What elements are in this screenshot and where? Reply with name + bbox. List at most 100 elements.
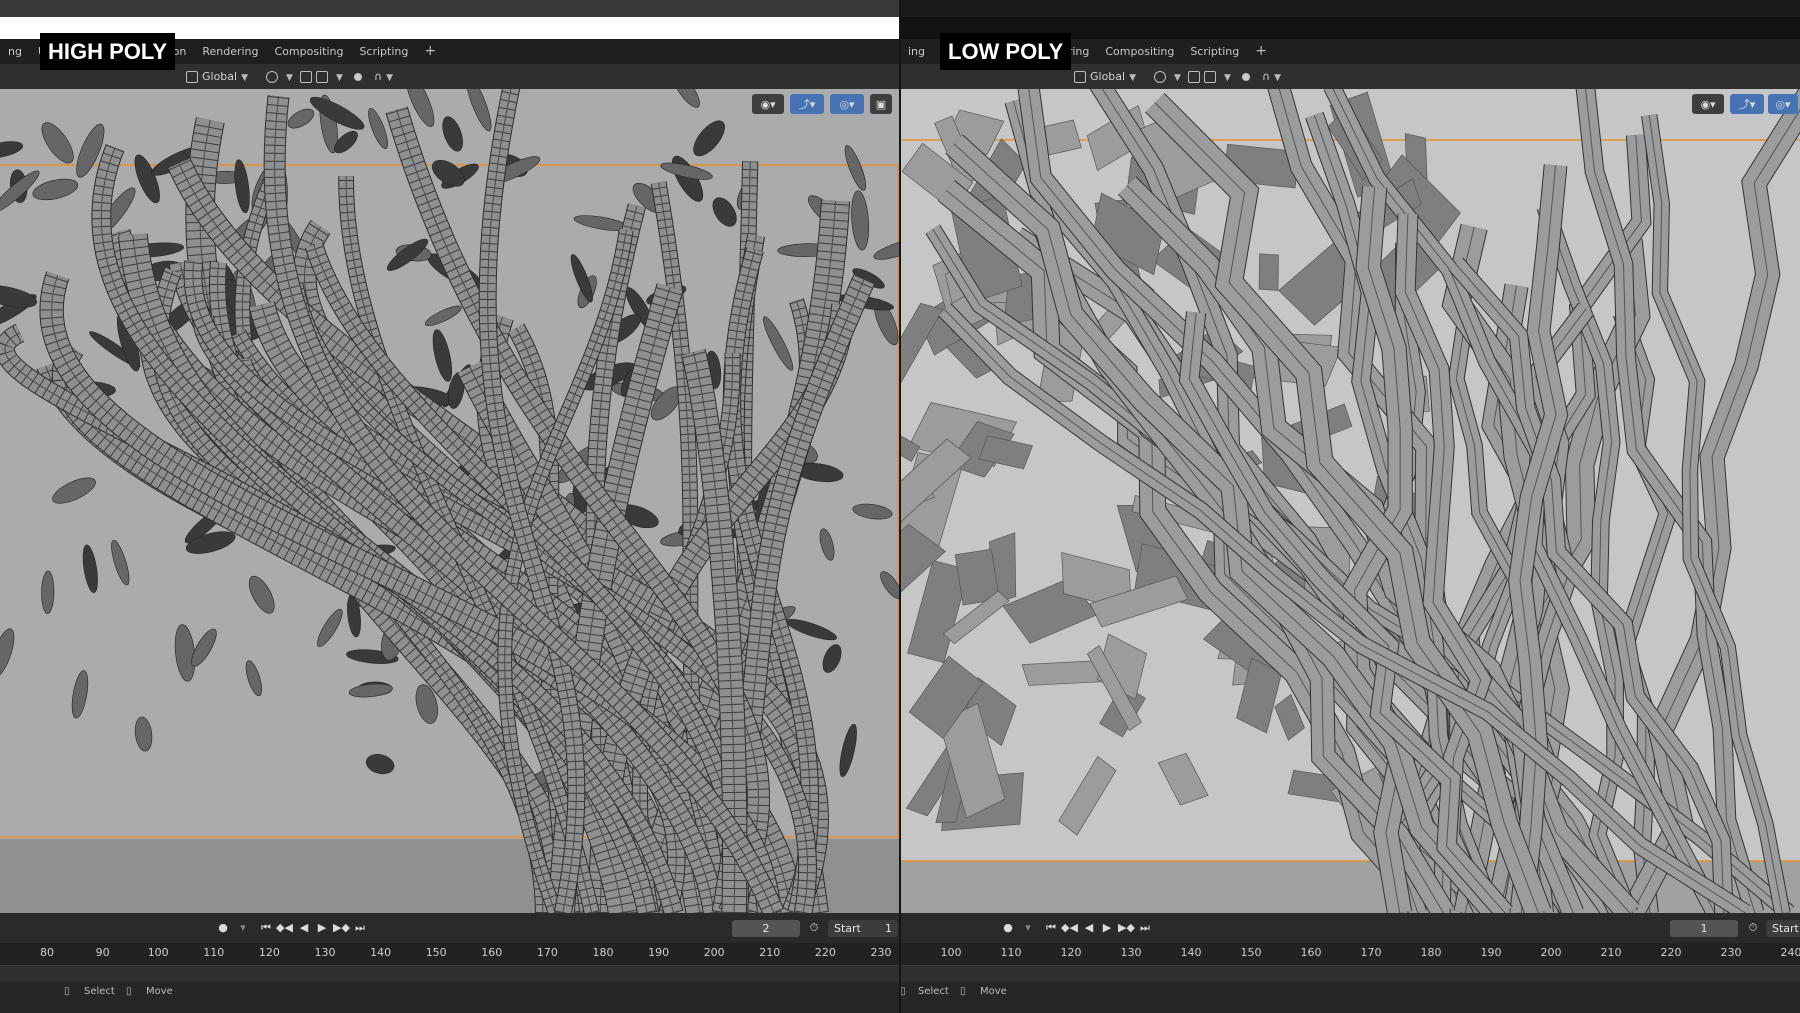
ruler-tick: 220: [1660, 946, 1682, 959]
status-select: Select: [918, 986, 949, 997]
transform-orientation-dropdown[interactable]: Global ▼: [186, 67, 248, 86]
snap-button[interactable]: ▼: [266, 67, 293, 86]
high-poly-label: HIGH POLY: [40, 33, 175, 70]
timeline-header: ● ▾ ⏮ ◆◀ ◀ ▶ ▶◆ ⏭ 1 ⏱ Start: [900, 913, 1800, 943]
snap-button[interactable]: ▼: [1154, 67, 1181, 86]
stopwatch-button[interactable]: ⏱: [806, 920, 822, 936]
pivot-button[interactable]: ▼: [300, 67, 343, 86]
next-keyframe-icon: ▶◆: [333, 921, 350, 934]
keying-dropdown[interactable]: ▾: [235, 920, 251, 936]
next-keyframe-button[interactable]: ▶◆: [333, 920, 350, 936]
overlay-toggle[interactable]: ◎▾: [1768, 94, 1798, 114]
start-frame-field[interactable]: Start 1: [828, 920, 898, 937]
timeline-tracks[interactable]: [0, 965, 900, 983]
frame-ruler[interactable]: 80 90 100 110 120 130 140 150 160 170 180 190 200 210…: [0, 943, 900, 965]
mouse-middle-icon: ▯: [126, 986, 132, 997]
snap-icon: [266, 71, 278, 83]
timeline-tracks[interactable]: [900, 965, 1800, 983]
prev-keyframe-button[interactable]: ◆◀: [1061, 920, 1078, 936]
play-reverse-button[interactable]: ◀: [1081, 920, 1097, 936]
transform-pivot-icon: [186, 71, 198, 83]
ruler-tick: 130: [1120, 946, 1142, 959]
gizmo-toggle[interactable]: ⤴▾: [790, 94, 824, 114]
proportional-toggle[interactable]: [1242, 67, 1254, 86]
leaf-card: [1258, 253, 1279, 291]
leaf-mesh: [41, 570, 55, 615]
play-button[interactable]: ▶: [314, 920, 330, 936]
next-keyframe-button[interactable]: ▶◆: [1118, 920, 1135, 936]
ruler-tick: 160: [481, 946, 503, 959]
jump-end-button[interactable]: ⏭: [352, 920, 368, 936]
high-poly-tree-wireframe: [0, 89, 900, 913]
prev-keyframe-button[interactable]: ◆◀: [276, 920, 293, 936]
status-select: Select: [84, 986, 115, 997]
start-label: Start: [1772, 922, 1799, 935]
workspace-tab[interactable]: Compositing: [267, 39, 352, 64]
jump-start-button[interactable]: ⏮: [1043, 920, 1059, 936]
ruler-tick: 80: [40, 946, 54, 959]
3d-viewport[interactable]: ◉▾ ⤴▾ ◎▾ ▣: [0, 89, 900, 913]
falloff-dropdown[interactable]: ∩ ▼: [1262, 67, 1281, 86]
chevron-down-icon: ▼: [1174, 73, 1181, 83]
transform-orientation-dropdown[interactable]: Global ▼: [1074, 67, 1136, 86]
mouse-middle-icon: ▯: [960, 986, 966, 997]
falloff-curve-icon: ∩: [374, 70, 383, 83]
visibility-icon: ◉▾: [1700, 97, 1716, 111]
ruler-tick: 220: [814, 946, 836, 959]
status-move: Move: [980, 986, 1007, 997]
gizmo-toggle[interactable]: ⤴▾: [1730, 94, 1764, 114]
jump-start-button[interactable]: ⏮: [258, 920, 274, 936]
gizmo-icon: ⤴▾: [1738, 98, 1756, 111]
visibility-button[interactable]: ◉▾: [752, 94, 784, 114]
chevron-down-icon: ▼: [1224, 73, 1231, 83]
workspace-tab[interactable]: ing: [900, 39, 933, 64]
record-button[interactable]: ●: [215, 920, 231, 936]
stopwatch-icon: ⏱: [1748, 921, 1758, 934]
workspace-tab[interactable]: Rendering: [194, 39, 266, 64]
workspace-tab[interactable]: ng: [0, 39, 30, 64]
ruler-tick: 230: [870, 946, 892, 959]
gizmo-icon: ⤴▾: [798, 98, 816, 111]
ruler-tick: 100: [147, 946, 169, 959]
ruler-tick: 240: [1780, 946, 1800, 959]
ruler-tick: 130: [314, 946, 336, 959]
start-frame-field[interactable]: Start: [1766, 920, 1800, 937]
ruler-tick: 170: [1360, 946, 1382, 959]
status-bar: ▯ Select ▯ Move: [0, 982, 900, 1013]
workspace-tab[interactable]: Scripting: [351, 39, 416, 64]
play-icon: ▶: [317, 921, 327, 934]
overlay-toggle[interactable]: ◎▾: [830, 94, 864, 114]
proportional-dot-icon: [1242, 73, 1250, 81]
play-reverse-button[interactable]: ◀: [296, 920, 312, 936]
add-workspace-button[interactable]: +: [1247, 39, 1275, 64]
current-frame-field[interactable]: 1: [1670, 920, 1738, 937]
add-workspace-button[interactable]: +: [416, 39, 444, 64]
proportional-edit-icon: [1188, 71, 1200, 83]
low-poly-pane: ingTenimationRenderingCompositingScripti…: [900, 0, 1800, 1013]
workspace-tab[interactable]: Scripting: [1182, 39, 1247, 64]
stopwatch-button[interactable]: ⏱: [1745, 920, 1761, 936]
ruler-tick: 150: [1240, 946, 1262, 959]
jump-end-button[interactable]: ⏭: [1137, 920, 1153, 936]
record-button[interactable]: ●: [1000, 920, 1016, 936]
frame-ruler[interactable]: 100 110 120 130 140 150 160 170 180 190 200 210 220 2…: [900, 943, 1800, 965]
current-frame-field[interactable]: 2: [732, 920, 800, 937]
visibility-button[interactable]: ◉▾: [1692, 94, 1724, 114]
transform-orientation-label: Global: [1090, 70, 1126, 83]
ruler-tick: 90: [95, 946, 110, 959]
ruler-tick: 120: [258, 946, 280, 959]
pivot-button[interactable]: ▼: [1188, 67, 1231, 86]
falloff-dropdown[interactable]: ∩ ▼: [374, 67, 393, 86]
proportional-toggle[interactable]: [354, 67, 366, 86]
xray-toggle[interactable]: ▣: [870, 94, 892, 114]
play-button[interactable]: ▶: [1099, 920, 1115, 936]
comparison-divider: [899, 0, 901, 1013]
keying-dropdown[interactable]: ▾: [1020, 920, 1036, 936]
prev-keyframe-icon: ◆◀: [276, 921, 293, 934]
ruler-tick: 140: [1180, 946, 1202, 959]
3d-viewport[interactable]: ◉▾ ⤴▾ ◎▾: [900, 89, 1800, 913]
ruler-tick: 170: [536, 946, 558, 959]
snap-target-icon: [316, 71, 328, 83]
xray-icon: ▣: [875, 97, 887, 111]
workspace-tab[interactable]: Compositing: [1097, 39, 1182, 64]
